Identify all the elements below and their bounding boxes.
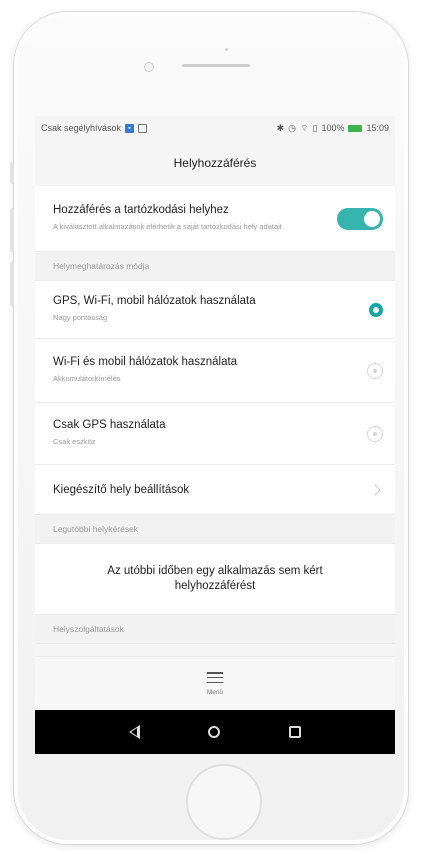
sensor-dot	[225, 48, 228, 51]
back-icon[interactable]	[129, 725, 141, 739]
location-access-toggle[interactable]	[337, 207, 383, 230]
mode-title: Wi-Fi és mobil hálózatok használata	[53, 356, 238, 369]
location-access-row[interactable]: Hozzáférés a tartózkodási helyhez A kivá…	[35, 186, 395, 252]
carrier-text: Csak segélyhívások	[41, 123, 122, 133]
mode-subtitle: Akkumulátorkímélés	[53, 374, 121, 384]
screenshot-icon	[138, 123, 148, 133]
volume-up-button	[10, 208, 14, 252]
radio-unselected-icon[interactable]	[367, 425, 383, 442]
front-camera-icon	[144, 62, 154, 72]
chevron-right-icon	[369, 483, 381, 496]
home-icon[interactable]	[208, 726, 221, 738]
page-title: Helyhozzáférés	[35, 140, 395, 186]
mode-row-high-accuracy[interactable]: GPS, Wi-Fi, mobil hálózatok használata N…	[35, 281, 395, 339]
radio-selected-icon[interactable]	[369, 302, 383, 317]
menu-label: Menü	[206, 689, 224, 696]
extra-location-settings-row[interactable]: Kiegészítő hely beállítások	[35, 465, 395, 515]
status-bar: Csak segélyhívások ▪ ✱ ◷ ⌔ ▯ 100% 15:09	[35, 116, 395, 140]
mode-row-battery-saving[interactable]: Wi-Fi és mobil hálózatok használata Akku…	[35, 339, 395, 403]
volume-down-button	[10, 262, 14, 306]
mute-switch	[10, 162, 14, 184]
battery-icon	[348, 124, 363, 132]
section-header-mode: Helymeghatározás módja	[35, 252, 395, 281]
section-header-recent: Legutóbbi helykérések	[35, 515, 395, 544]
mode-subtitle: Csak eszköz	[53, 437, 96, 447]
recent-apps-icon[interactable]	[288, 726, 301, 738]
alarm-icon: ◷	[288, 122, 297, 133]
location-access-subtitle: A kiválasztott alkalmazások elérhetik a …	[53, 222, 282, 232]
wifi-icon: ⌔	[300, 122, 309, 133]
clock: 15:09	[366, 123, 389, 133]
battery-percent: 100%	[321, 123, 345, 133]
menu-button[interactable]: Menü	[35, 656, 395, 711]
earpiece-speaker	[182, 64, 250, 67]
extra-location-settings-title: Kiegészítő hely beállítások	[53, 483, 190, 496]
recent-requests-empty-text: Az utóbbi időben egy alkalmazás sem kért…	[35, 544, 395, 615]
phone-home-button[interactable]	[186, 764, 262, 840]
location-access-title: Hozzáférés a tartózkodási helyhez	[53, 204, 229, 217]
mode-title: Csak GPS használata	[53, 419, 166, 432]
bluetooth-icon: ✱	[276, 122, 285, 133]
mode-row-device-only[interactable]: Csak GPS használata Csak eszköz	[35, 403, 395, 465]
section-header-services: Helyszolgáltatások	[35, 615, 395, 644]
mode-subtitle: Nagy pontosság	[53, 313, 108, 323]
hamburger-menu-icon	[207, 672, 223, 683]
notification-icon: ▪	[125, 123, 135, 133]
radio-unselected-icon[interactable]	[367, 362, 383, 379]
screen: Csak segélyhívások ▪ ✱ ◷ ⌔ ▯ 100% 15:09 …	[35, 116, 395, 754]
mode-title: GPS, Wi-Fi, mobil hálózatok használata	[53, 295, 256, 308]
navigation-bar	[35, 710, 395, 754]
sim-icon: ▯	[312, 122, 318, 133]
